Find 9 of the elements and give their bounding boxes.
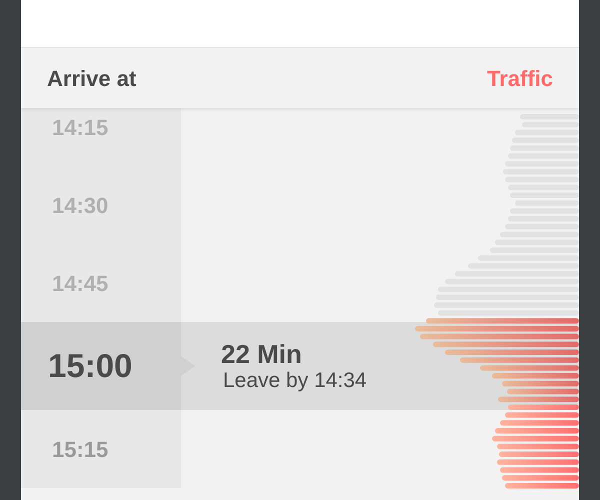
leave-by-text: Leave by 14:34 [222,369,367,393]
time-label: 14:15 [52,114,108,142]
time-label: 15:15 [52,436,108,464]
time-label: 15:00 [48,346,132,386]
time-label: 14:45 [52,270,108,298]
time-label: 14:30 [52,192,108,220]
header-title: Arrive at [47,64,136,92]
duration-text: 22 Min [221,339,303,369]
traffic-button[interactable]: Traffic [486,62,553,94]
